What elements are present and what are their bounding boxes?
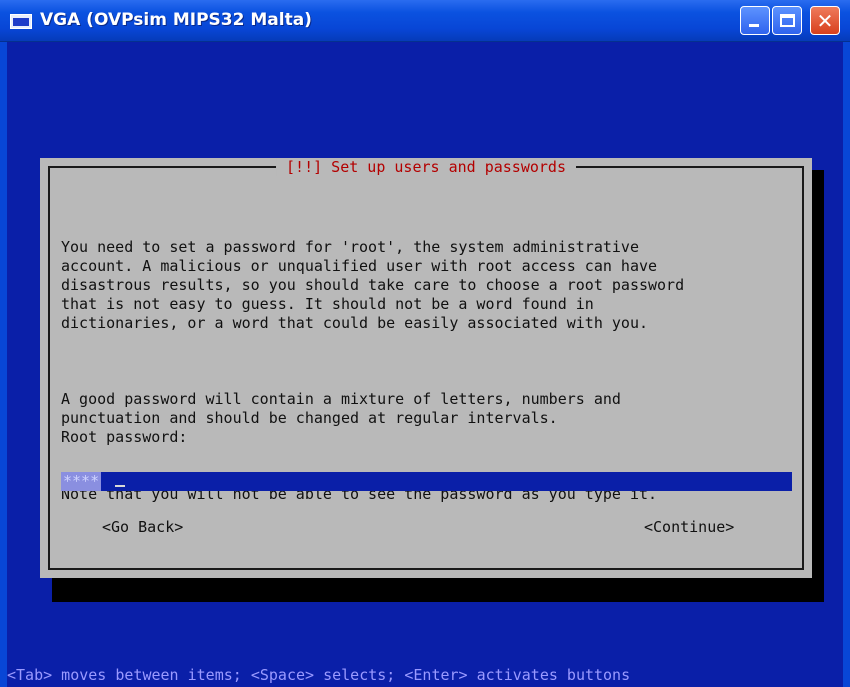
window-title-bar[interactable]: VGA (OVPsim MIPS32 Malta) ✕ (0, 0, 850, 42)
root-password-input[interactable]: **** (61, 472, 792, 491)
root-password-label: Root password: (61, 428, 188, 446)
dialog-title: [!!] Set up users and passwords (276, 158, 576, 176)
dialog-paragraph: You need to set a password for 'root', t… (61, 238, 685, 332)
root-password-value: **** (61, 472, 102, 491)
continue-button[interactable]: <Continue> (644, 518, 734, 537)
maximize-icon (773, 7, 801, 34)
go-back-button[interactable]: <Go Back> (102, 518, 183, 537)
window-frame-left (0, 42, 7, 687)
minimize-button[interactable] (740, 6, 770, 35)
window-frame-right (843, 42, 850, 687)
vga-window-icon (10, 14, 32, 29)
text-cursor (115, 485, 125, 487)
close-icon: ✕ (816, 9, 834, 33)
close-button[interactable]: ✕ (810, 6, 840, 35)
maximize-button[interactable] (772, 6, 802, 35)
installer-dialog: [!!] Set up users and passwords You need… (40, 158, 812, 578)
window-title: VGA (OVPsim MIPS32 Malta) (40, 10, 312, 30)
dialog-body: You need to set a password for 'root', t… (61, 200, 801, 561)
dialog-paragraph: A good password will contain a mixture o… (61, 390, 621, 427)
minimize-icon (741, 7, 769, 34)
status-bar: <Tab> moves between items; <Space> selec… (7, 666, 631, 684)
